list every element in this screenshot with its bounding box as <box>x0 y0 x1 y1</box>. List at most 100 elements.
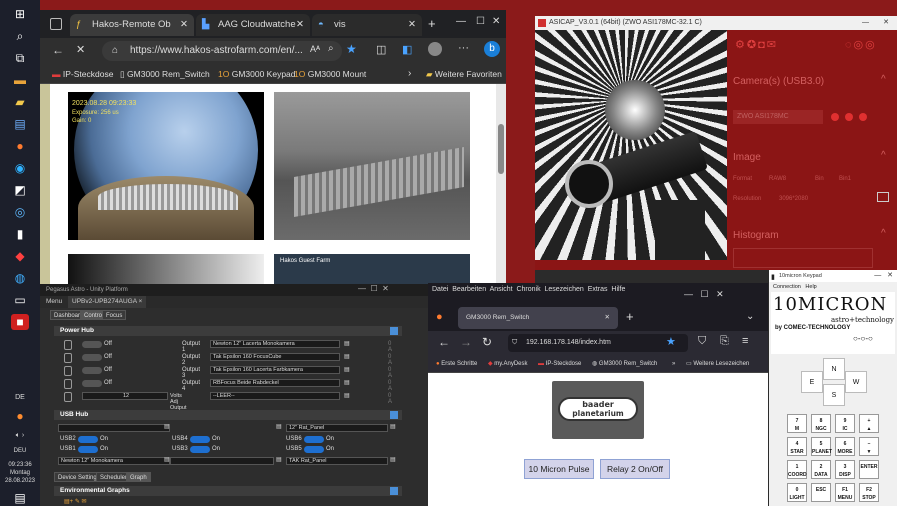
camera-section-header[interactable]: Camera(s) (USB3.0) <box>733 76 824 87</box>
usb1-toggle[interactable] <box>78 446 98 453</box>
fav-more-folder[interactable]: ▰ Weitere Favoriten <box>426 67 502 81</box>
edge-icon[interactable]: ◉ <box>11 160 29 176</box>
usb-name-2[interactable]: TAK Rat_Panel <box>286 457 388 465</box>
tab-actions-icon[interactable] <box>50 18 62 30</box>
red-app-icon[interactable]: ■ <box>11 314 29 330</box>
output-2-power-icon[interactable] <box>64 353 72 363</box>
camera-close-icon[interactable] <box>831 113 839 121</box>
volts-select[interactable]: 12 <box>82 392 168 400</box>
adj-save-icon[interactable]: ▤ <box>344 392 350 399</box>
fav-keypad[interactable]: 1O GM3000 Keypad <box>218 67 296 81</box>
usb-name-mid[interactable] <box>170 457 274 465</box>
menu-help[interactable]: Help <box>805 284 816 290</box>
keypad-key[interactable]: 5 PLANET <box>811 437 832 456</box>
keypad-key[interactable]: + ▲ <box>859 414 879 433</box>
reload-icon[interactable]: ↻ <box>482 335 492 349</box>
relay2-button[interactable]: Relay 2 On/Off <box>600 459 670 479</box>
close-tab-icon[interactable]: ✕ <box>605 307 610 329</box>
keypad-key[interactable]: 4 STAR <box>787 437 807 456</box>
tab-graph[interactable]: Graph <box>126 472 151 482</box>
menu-datei[interactable]: Datei <box>432 286 448 293</box>
usb-right-save-icon[interactable]: ▤ <box>390 423 396 430</box>
minimize-icon[interactable]: — <box>456 16 466 27</box>
keypad-key[interactable]: 1 COORD <box>787 460 807 479</box>
usb5-toggle[interactable] <box>304 446 324 453</box>
scrollbar[interactable] <box>496 84 506 286</box>
usb6-toggle[interactable] <box>304 436 324 443</box>
device-tab[interactable]: UPBv2-UPB274AUGA × <box>68 296 147 308</box>
close-tab-icon[interactable]: ✕ <box>296 14 304 36</box>
menu-bearbeiten[interactable]: Bearbeiten <box>452 286 486 293</box>
asi-toolbar-icons[interactable]: ⚙✪◘✉ <box>735 38 778 51</box>
keypad-key[interactable]: ESC <box>811 483 831 502</box>
asi-window-icons[interactable]: ◌◎◎ <box>845 38 877 51</box>
menu-connection[interactable]: Connection <box>773 284 801 290</box>
bookmarks-more[interactable]: ▭ Weitere Lesezeichen <box>686 355 749 373</box>
graph-tools-icon[interactable]: ▤+ ✎ ✉ <box>64 498 87 505</box>
output-3-save-icon[interactable]: ▤ <box>344 366 350 373</box>
usb3-toggle[interactable] <box>190 446 210 453</box>
tab-focus[interactable]: Focus <box>102 310 127 320</box>
notification-icon[interactable]: ▤ <box>11 490 29 506</box>
output-3-name[interactable]: Tak Epsilon 160 Lacerta Farbkamera <box>210 366 340 374</box>
format-select[interactable]: RAW8 <box>769 176 786 182</box>
usb-name-mid-save-icon[interactable]: ▤ <box>276 456 282 463</box>
keypad-key[interactable]: – ▼ <box>859 437 879 456</box>
bookmark-star-icon[interactable]: ★ <box>666 335 676 348</box>
favorite-star-icon[interactable]: ★ <box>346 42 357 56</box>
south-button[interactable]: S <box>823 384 845 406</box>
output-2-name[interactable]: Tak Epsilon 160 FocusCube <box>210 353 340 361</box>
tab-list-icon[interactable]: ⌄ <box>746 311 754 322</box>
keypad-key[interactable]: 8 NGC <box>811 414 831 433</box>
calculator-icon[interactable]: ▤ <box>11 116 29 132</box>
bookmark-anydesk[interactable]: ◆ my.AnyDesk <box>488 355 528 373</box>
usb-hub-info-icon[interactable] <box>390 411 398 419</box>
profile-avatar[interactable] <box>428 42 442 56</box>
search-icon[interactable]: ⌕ <box>11 28 29 44</box>
fav-rem-switch[interactable]: ▯ GM3000 Rem_Switch <box>120 67 210 81</box>
menu-hilfe[interactable]: Hilfe <box>611 286 625 293</box>
camera-settings-icon[interactable] <box>845 113 853 121</box>
webcam-image-2[interactable] <box>274 92 470 240</box>
output-2-save-icon[interactable]: ▤ <box>344 353 350 360</box>
bookmark-rem-switch[interactable]: ◍ GM3000 Rem_Switch <box>592 355 657 373</box>
env-info-icon[interactable] <box>390 487 398 495</box>
back-icon[interactable]: ← <box>438 335 450 349</box>
scroll-thumb[interactable] <box>498 124 504 174</box>
east-button[interactable]: E <box>801 371 823 393</box>
output-1-name[interactable]: Newton 12" Lacerta Monokamera <box>210 340 340 348</box>
bookmarks-chevron-icon[interactable]: » <box>672 355 675 373</box>
anydesk-icon[interactable]: ◆ <box>11 248 29 264</box>
clock-time[interactable]: 09:23:36 <box>0 462 40 468</box>
menu-lesezeichen[interactable]: Lesezeichen <box>544 286 583 293</box>
usb4-toggle[interactable] <box>190 436 210 443</box>
image-section-header[interactable]: Image <box>733 152 761 163</box>
webcam-image-3[interactable] <box>68 254 264 286</box>
url-input[interactable]: ⌂ https://www.hakos-astrofarm.com/en/... <box>102 41 342 61</box>
close-tab-icon[interactable]: ✕ <box>180 14 188 36</box>
close-window-icon[interactable]: ✕ <box>492 16 500 27</box>
keypad-key[interactable]: 3 DISP <box>835 460 855 479</box>
output-3-toggle[interactable] <box>82 367 102 374</box>
back-icon[interactable]: ← <box>52 43 64 57</box>
keypad-key[interactable]: 0 LIGHT <box>787 483 807 502</box>
resolution-select[interactable]: 3096*2080 <box>779 196 808 202</box>
roi-icon[interactable] <box>877 192 889 202</box>
usb-name-top[interactable]: 12" Rat_Panel <box>286 424 388 432</box>
micron-pulse-button[interactable]: 10 Micron Pulse <box>524 459 594 479</box>
adj-power-icon[interactable] <box>64 392 72 402</box>
north-button[interactable]: N <box>823 358 845 380</box>
extensions-icon[interactable]: ⎘ <box>720 335 729 348</box>
windows-start-icon[interactable]: ⊞ <box>11 6 29 22</box>
histogram-section-header[interactable]: Histogram <box>733 230 779 241</box>
adj-output-name[interactable]: --LEER-- <box>210 392 340 400</box>
keypad-key[interactable]: 2 DATA <box>811 460 831 479</box>
usb2-toggle[interactable] <box>78 436 98 443</box>
fav-more-chevron-icon[interactable]: › <box>408 67 411 81</box>
zoom-icon[interactable]: ⌕ <box>328 43 334 54</box>
keypad-key[interactable]: 9 IC <box>835 414 855 433</box>
more-icon[interactable]: ··· <box>458 42 469 54</box>
app-icon[interactable]: ◩ <box>11 182 29 198</box>
terminal-icon[interactable]: ▭ <box>11 292 29 308</box>
output-4-save-icon[interactable]: ▤ <box>344 379 350 386</box>
